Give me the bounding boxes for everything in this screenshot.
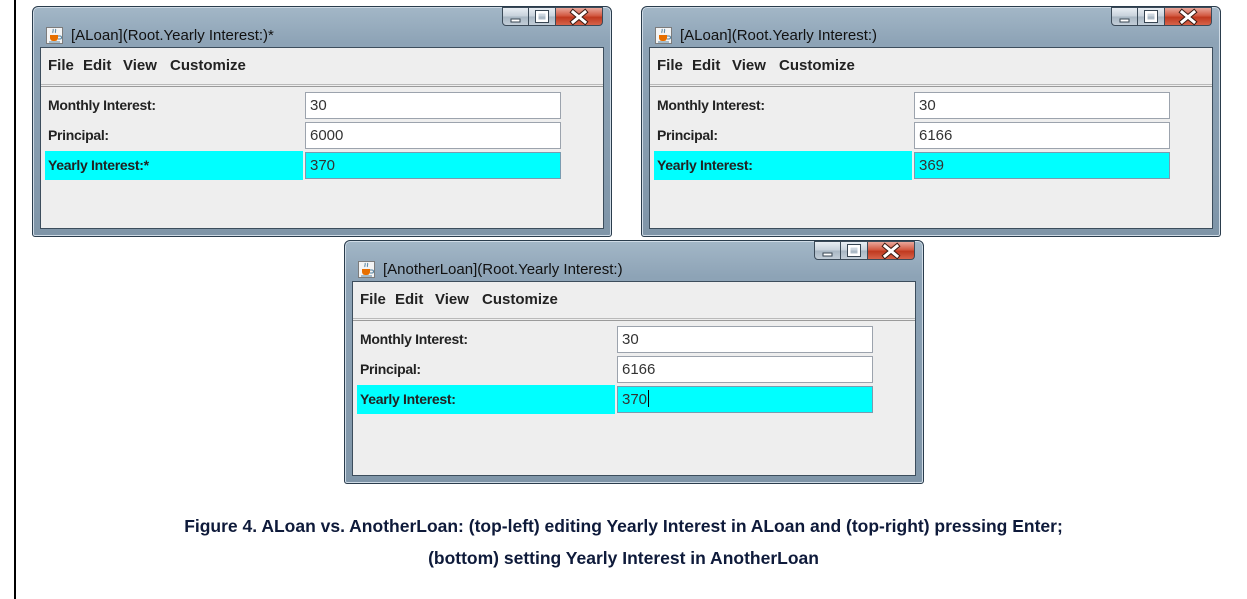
minimize-icon — [1119, 18, 1130, 23]
menu-view[interactable]: View — [732, 57, 766, 74]
title-bar[interactable]: [AnotherLoan](Root.Yearly Interest:) — [345, 241, 923, 281]
yearly-interest-input[interactable]: 370 — [305, 152, 561, 179]
figure-caption-line-2: (bottom) setting Yearly Interest in Anot… — [428, 548, 819, 568]
minimize-icon — [822, 252, 833, 257]
menu-customize[interactable]: Customize — [779, 57, 855, 74]
java-cup-icon — [46, 27, 63, 44]
minimize-icon — [510, 18, 521, 23]
yearly-interest-label: Yearly Interest: — [654, 151, 912, 180]
menu-edit[interactable]: Edit — [692, 57, 720, 74]
menu-file[interactable]: File — [657, 57, 683, 74]
maximize-icon — [847, 244, 861, 257]
close-button[interactable] — [556, 7, 603, 26]
window-client-area: File Edit View Customize Monthly Interes… — [40, 47, 604, 229]
title-bar[interactable]: [ALoan](Root.Yearly Interest:)* — [33, 7, 611, 47]
maximize-button[interactable] — [529, 7, 556, 26]
aloan-editing-window: [ALoan](Root.Yearly Interest:)* File Edi… — [32, 6, 612, 237]
figure-caption-line-1: Figure 4. ALoan vs. AnotherLoan: (top-le… — [184, 516, 1063, 536]
monthly-interest-input[interactable]: 30 — [914, 92, 1170, 119]
close-button[interactable] — [868, 241, 915, 260]
menu-view[interactable]: View — [435, 291, 469, 308]
menu-edit[interactable]: Edit — [395, 291, 423, 308]
menu-bar: File Edit View Customize — [650, 48, 1212, 85]
maximize-button[interactable] — [1138, 7, 1165, 26]
window-title: [AnotherLoan](Root.Yearly Interest:) — [383, 261, 623, 278]
principal-label: Principal: — [657, 127, 718, 143]
java-cup-icon — [655, 27, 672, 44]
yearly-interest-value: 370 — [622, 391, 648, 408]
menu-file[interactable]: File — [48, 57, 74, 74]
window-title: [ALoan](Root.Yearly Interest:)* — [71, 27, 274, 44]
close-icon — [881, 242, 901, 260]
window-controls — [814, 241, 915, 262]
aloan-enter-window: [ALoan](Root.Yearly Interest:) File Edit… — [641, 6, 1221, 237]
monthly-interest-label: Monthly Interest: — [360, 331, 468, 347]
minimize-button[interactable] — [1111, 7, 1138, 26]
monthly-interest-label: Monthly Interest: — [48, 97, 156, 113]
window-controls — [502, 7, 603, 28]
close-icon — [1178, 8, 1198, 26]
menu-customize[interactable]: Customize — [482, 291, 558, 308]
principal-label: Principal: — [360, 361, 421, 377]
form-panel: Monthly Interest: 30 Principal: 6166 Yea… — [650, 86, 1212, 228]
figure-frame-border — [14, 0, 16, 599]
monthly-interest-label: Monthly Interest: — [657, 97, 765, 113]
menu-edit[interactable]: Edit — [83, 57, 111, 74]
monthly-interest-input[interactable]: 30 — [305, 92, 561, 119]
yearly-interest-input[interactable]: 370 — [617, 386, 873, 413]
maximize-icon — [1144, 10, 1158, 23]
yearly-interest-label: Yearly Interest:* — [45, 151, 303, 180]
minimize-button[interactable] — [502, 7, 529, 26]
maximize-button[interactable] — [841, 241, 868, 260]
menu-bar: File Edit View Customize — [41, 48, 603, 85]
menu-bar: File Edit View Customize — [353, 282, 915, 319]
text-caret — [648, 390, 650, 407]
principal-input[interactable]: 6000 — [305, 122, 561, 149]
anotherloan-window: [AnotherLoan](Root.Yearly Interest:) Fil… — [344, 240, 924, 484]
close-icon — [569, 8, 589, 26]
close-button[interactable] — [1165, 7, 1212, 26]
form-panel: Monthly Interest: 30 Principal: 6166 Yea… — [353, 320, 915, 475]
java-cup-icon — [358, 261, 375, 278]
menu-file[interactable]: File — [360, 291, 386, 308]
title-bar[interactable]: [ALoan](Root.Yearly Interest:) — [642, 7, 1220, 47]
monthly-interest-input[interactable]: 30 — [617, 326, 873, 353]
window-client-area: File Edit View Customize Monthly Interes… — [352, 281, 916, 476]
window-title: [ALoan](Root.Yearly Interest:) — [680, 27, 878, 44]
menu-customize[interactable]: Customize — [170, 57, 246, 74]
window-client-area: File Edit View Customize Monthly Interes… — [649, 47, 1213, 229]
window-controls — [1111, 7, 1212, 28]
menu-view[interactable]: View — [123, 57, 157, 74]
maximize-icon — [535, 10, 549, 23]
principal-label: Principal: — [48, 127, 109, 143]
yearly-interest-label: Yearly Interest: — [357, 385, 615, 414]
principal-input[interactable]: 6166 — [617, 356, 873, 383]
minimize-button[interactable] — [814, 241, 841, 260]
yearly-interest-input[interactable]: 369 — [914, 152, 1170, 179]
principal-input[interactable]: 6166 — [914, 122, 1170, 149]
form-panel: Monthly Interest: 30 Principal: 6000 Yea… — [41, 86, 603, 228]
